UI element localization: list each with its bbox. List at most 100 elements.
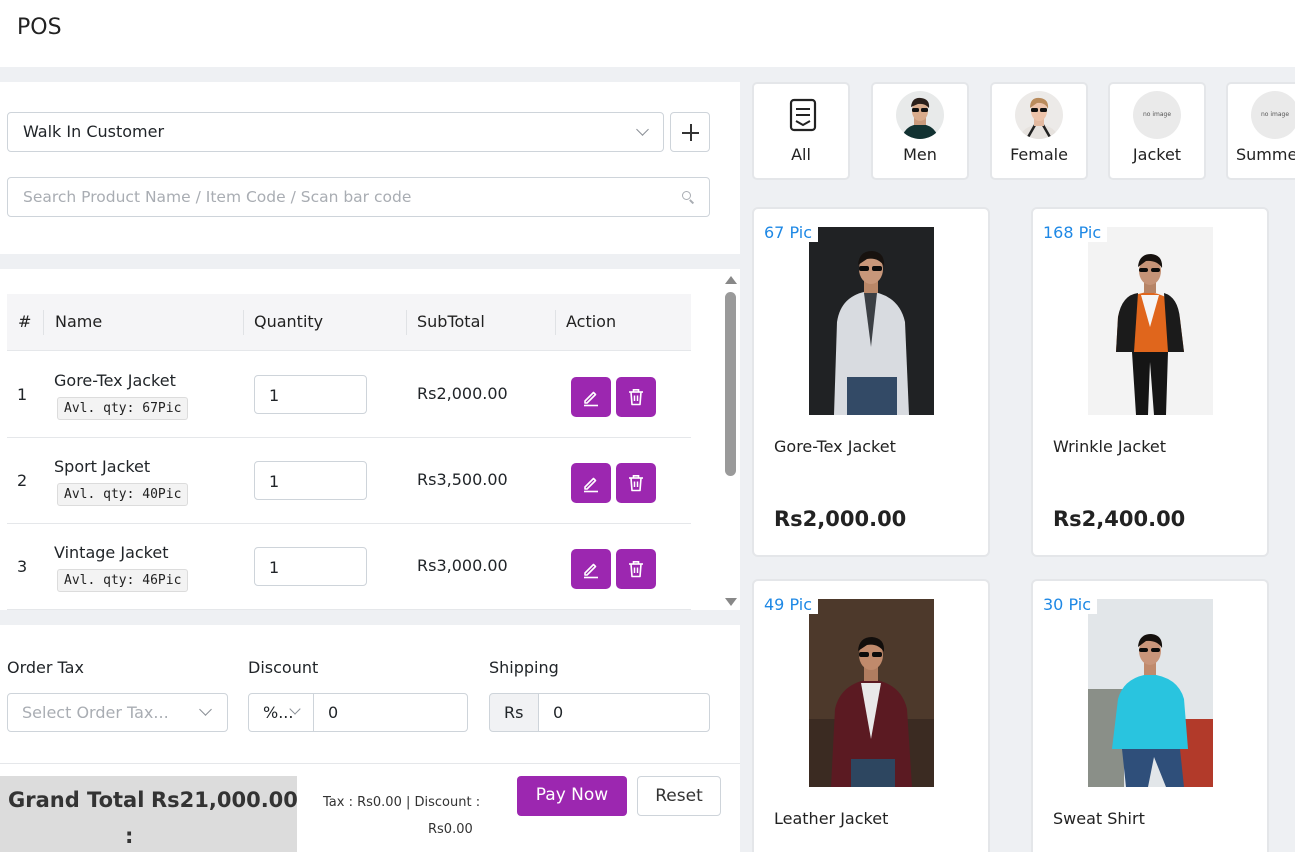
shipping-input[interactable]: 0 bbox=[538, 693, 710, 732]
category-all[interactable]: All bbox=[752, 82, 850, 180]
stock-badge: 67 Pic bbox=[764, 223, 818, 242]
stock-badge: 49 Pic bbox=[764, 595, 818, 614]
quantity-value: 1 bbox=[269, 472, 280, 491]
edit-icon bbox=[584, 391, 598, 407]
list-icon bbox=[789, 98, 817, 132]
product-price: Rs2,400.00 bbox=[1053, 507, 1186, 531]
product-card[interactable]: 67 Pic Gore-Tex Jacket Rs2,000.00 bbox=[752, 207, 990, 557]
order-tax-placeholder: Select Order Tax... bbox=[22, 703, 169, 722]
no-image-placeholder: no image bbox=[1251, 91, 1295, 139]
product-card[interactable]: 49 Pic Leather Jacket bbox=[752, 579, 990, 852]
table-row: 3 Vintage Jacket Avl. qty: 46Pic 1 Rs3,0… bbox=[7, 524, 691, 610]
category-men[interactable]: Men bbox=[871, 82, 969, 180]
discount-type-select[interactable]: %... bbox=[248, 693, 314, 732]
row-subtotal: Rs2,000.00 bbox=[417, 384, 508, 403]
available-qty-badge: Avl. qty: 46Pic bbox=[57, 569, 189, 592]
discount-label: Discount bbox=[248, 658, 319, 677]
scrollbar-thumb[interactable] bbox=[725, 292, 736, 476]
available-qty-badge: Avl. qty: 40Pic bbox=[57, 483, 189, 506]
row-product-name: Gore-Tex Jacket bbox=[54, 371, 176, 390]
scroll-down-arrow-icon[interactable] bbox=[725, 598, 737, 606]
delete-button[interactable] bbox=[616, 549, 656, 589]
row-index: 1 bbox=[17, 385, 28, 404]
shipping-label: Shipping bbox=[489, 658, 559, 677]
product-image bbox=[809, 599, 934, 787]
no-image-text: no image bbox=[1260, 111, 1290, 118]
header-divider bbox=[406, 310, 407, 335]
row-index: 2 bbox=[17, 471, 28, 490]
row-product-name: Vintage Jacket bbox=[54, 543, 169, 562]
quantity-input[interactable]: 1 bbox=[254, 547, 367, 586]
product-name: Gore-Tex Jacket bbox=[774, 437, 896, 456]
search-placeholder: Search Product Name / Item Code / Scan b… bbox=[23, 188, 412, 206]
header-quantity: Quantity bbox=[254, 312, 324, 331]
pay-now-button[interactable]: Pay Now bbox=[517, 776, 627, 816]
top-bar: POS bbox=[0, 0, 1295, 67]
category-label: Men bbox=[903, 145, 937, 164]
chevron-down-icon bbox=[199, 703, 212, 716]
cart-scrollbar[interactable] bbox=[724, 276, 737, 606]
row-index: 3 bbox=[17, 557, 28, 576]
header-index: # bbox=[18, 312, 32, 331]
product-price: Rs2,000.00 bbox=[774, 507, 907, 531]
product-card[interactable]: 30 Pic Sweat Shirt bbox=[1031, 579, 1269, 852]
table-row: 1 Gore-Tex Jacket Avl. qty: 67Pic 1 Rs2,… bbox=[7, 352, 691, 438]
add-customer-button[interactable] bbox=[670, 112, 710, 152]
chevron-down-icon bbox=[636, 123, 649, 136]
header-divider bbox=[43, 310, 44, 335]
men-avatar bbox=[896, 91, 944, 139]
category-summer[interactable]: no image Summer bbox=[1226, 82, 1295, 180]
customer-search-panel bbox=[0, 82, 740, 254]
product-card[interactable]: 168 Pic Wrinkle Jacket Rs2,400.00 bbox=[1031, 207, 1269, 557]
plus-icon bbox=[682, 124, 699, 141]
customer-select[interactable]: Walk In Customer bbox=[7, 112, 664, 152]
quantity-input[interactable]: 1 bbox=[254, 461, 367, 500]
edit-icon bbox=[584, 477, 598, 493]
quantity-value: 1 bbox=[269, 558, 280, 577]
grand-total-label: Grand Total bbox=[8, 788, 145, 812]
discount-summary-value: Rs0.00 bbox=[428, 822, 473, 837]
female-avatar bbox=[1015, 91, 1063, 139]
category-label: Female bbox=[1010, 145, 1068, 164]
trash-icon bbox=[629, 475, 643, 492]
order-tax-label: Order Tax bbox=[7, 658, 84, 677]
scroll-up-arrow-icon[interactable] bbox=[725, 276, 737, 284]
stock-badge: 30 Pic bbox=[1043, 595, 1097, 614]
trash-icon bbox=[629, 389, 643, 406]
stock-badge: 168 Pic bbox=[1043, 223, 1108, 242]
grand-total-box: Grand Total Rs21,000.00 : bbox=[0, 776, 298, 852]
category-label: Summer bbox=[1236, 145, 1295, 164]
available-qty-badge: Avl. qty: 67Pic bbox=[57, 397, 189, 420]
table-row: 2 Sport Jacket Avl. qty: 40Pic 1 Rs3,500… bbox=[7, 438, 691, 524]
edit-button[interactable] bbox=[571, 549, 611, 589]
product-image bbox=[1088, 599, 1213, 787]
header-name: Name bbox=[55, 312, 103, 331]
product-image bbox=[1088, 227, 1213, 415]
category-label: Jacket bbox=[1132, 145, 1182, 164]
quantity-input[interactable]: 1 bbox=[254, 375, 367, 414]
delete-button[interactable] bbox=[616, 463, 656, 503]
header-action: Action bbox=[566, 312, 617, 331]
category-female[interactable]: Female bbox=[990, 82, 1088, 180]
row-product-name: Sport Jacket bbox=[54, 457, 151, 476]
reset-button[interactable]: Reset bbox=[637, 776, 721, 816]
product-image bbox=[809, 227, 934, 415]
discount-type-value: %... bbox=[263, 703, 294, 722]
product-search-input[interactable]: Search Product Name / Item Code / Scan b… bbox=[7, 177, 710, 217]
delete-button[interactable] bbox=[616, 377, 656, 417]
order-tax-select[interactable]: Select Order Tax... bbox=[7, 693, 228, 732]
edit-icon bbox=[584, 563, 598, 579]
cart-table-header: # Name Quantity SubTotal Action bbox=[7, 294, 691, 351]
edit-button[interactable] bbox=[571, 377, 611, 417]
grand-total-value: Rs21,000.00 bbox=[151, 788, 298, 812]
customer-select-value: Walk In Customer bbox=[23, 122, 165, 141]
header-divider bbox=[243, 310, 244, 335]
category-jacket[interactable]: no image Jacket bbox=[1108, 82, 1206, 180]
divider bbox=[0, 763, 740, 764]
category-label: All bbox=[791, 145, 811, 164]
search-icon bbox=[682, 191, 695, 204]
grand-total-colon: : bbox=[125, 824, 134, 848]
discount-input[interactable]: 0 bbox=[313, 693, 468, 732]
edit-button[interactable] bbox=[571, 463, 611, 503]
page-title: POS bbox=[17, 15, 62, 40]
